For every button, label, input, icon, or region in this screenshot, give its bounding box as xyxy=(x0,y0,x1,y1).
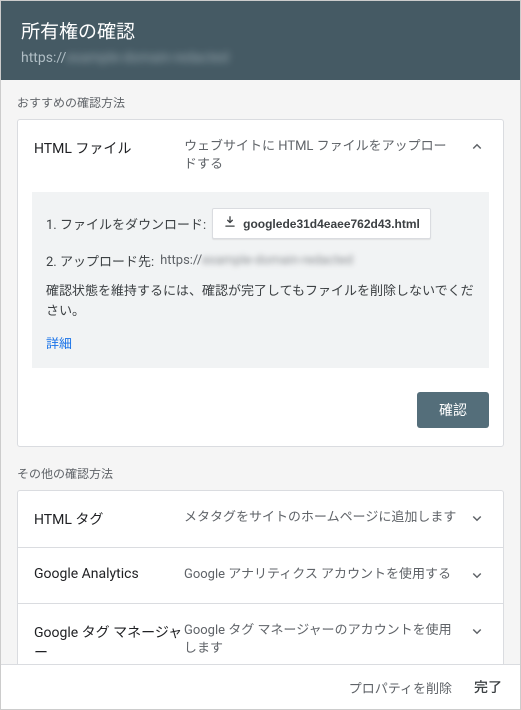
method-google-tag-manager: Google タグ マネージャー Google タグ マネージャーのアカウントを… xyxy=(18,604,503,664)
chevron-down-icon xyxy=(467,622,487,640)
site-url: https://example-domain-redacted xyxy=(21,50,500,66)
method-desc: Google タグ マネージャーのアカウントを使用します xyxy=(184,622,467,658)
method-header-html-tag[interactable]: HTML タグ メタタグをサイトのホームページに追加します xyxy=(18,491,503,547)
method-desc: Google アナリティクス アカウントを使用する xyxy=(184,566,467,584)
chevron-down-icon xyxy=(467,509,487,527)
method-google-analytics: Google Analytics Google アナリティクス アカウントを使用… xyxy=(18,548,503,603)
method-desc: メタタグをサイトのホームページに追加します xyxy=(184,509,467,527)
download-icon xyxy=(223,215,237,232)
step1-label: 1. ファイルをダウンロード: xyxy=(46,214,206,233)
step-download: 1. ファイルをダウンロード: googlede31d4eaee762d43.h… xyxy=(46,208,475,239)
chevron-up-icon xyxy=(467,138,487,156)
dialog-content: おすすめの確認方法 HTML ファイル ウェブサイトに HTML ファイルをアッ… xyxy=(1,80,520,664)
confirm-row: 確認 xyxy=(18,382,503,446)
method-header-html-file[interactable]: HTML ファイル ウェブサイトに HTML ファイルをアップロードする xyxy=(18,120,503,192)
method-name: HTML ファイル xyxy=(34,138,184,158)
method-html-tag: HTML タグ メタタグをサイトのホームページに追加します xyxy=(18,491,503,548)
dialog-footer: プロパティを削除 完了 xyxy=(1,664,520,709)
step-upload: 2. アップロード先: https://example-domain-redac… xyxy=(46,251,475,270)
recommended-card: HTML ファイル ウェブサイトに HTML ファイルをアップロードする 1. … xyxy=(17,119,504,447)
done-button[interactable]: 完了 xyxy=(474,677,502,697)
method-name: Google タグ マネージャー xyxy=(34,622,184,662)
step2-label: 2. アップロード先: xyxy=(46,251,154,270)
method-name: HTML タグ xyxy=(34,509,184,529)
method-header-google-analytics[interactable]: Google Analytics Google アナリティクス アカウントを使用… xyxy=(18,548,503,602)
confirm-button[interactable]: 確認 xyxy=(417,392,489,428)
recommended-label: おすすめの確認方法 xyxy=(17,94,504,111)
other-label: その他の確認方法 xyxy=(17,465,504,482)
chevron-down-icon xyxy=(467,566,487,584)
method-header-google-tag-manager[interactable]: Google タグ マネージャー Google タグ マネージャーのアカウントを… xyxy=(18,604,503,664)
delete-property-button[interactable]: プロパティを削除 xyxy=(349,678,452,697)
retention-note: 確認状態を維持するには、確認が完了してもファイルを削除しないでください。 xyxy=(46,282,475,321)
method-html-file: HTML ファイル ウェブサイトに HTML ファイルをアップロードする 1. … xyxy=(18,120,503,446)
dialog-title: 所有権の確認 xyxy=(21,17,500,44)
download-file-button[interactable]: googlede31d4eaee762d43.html xyxy=(212,208,431,239)
method-body: 1. ファイルをダウンロード: googlede31d4eaee762d43.h… xyxy=(32,192,489,368)
method-name: Google Analytics xyxy=(34,566,184,582)
other-methods-card: HTML タグ メタタグをサイトのホームページに追加します Google Ana… xyxy=(17,490,504,664)
upload-url: https://example-domain-redacted xyxy=(160,253,353,268)
detail-link[interactable]: 詳細 xyxy=(46,333,72,352)
download-filename: googlede31d4eaee762d43.html xyxy=(243,217,420,231)
method-desc: ウェブサイトに HTML ファイルをアップロードする xyxy=(184,138,467,174)
dialog-header: 所有権の確認 https://example-domain-redacted xyxy=(1,1,520,80)
